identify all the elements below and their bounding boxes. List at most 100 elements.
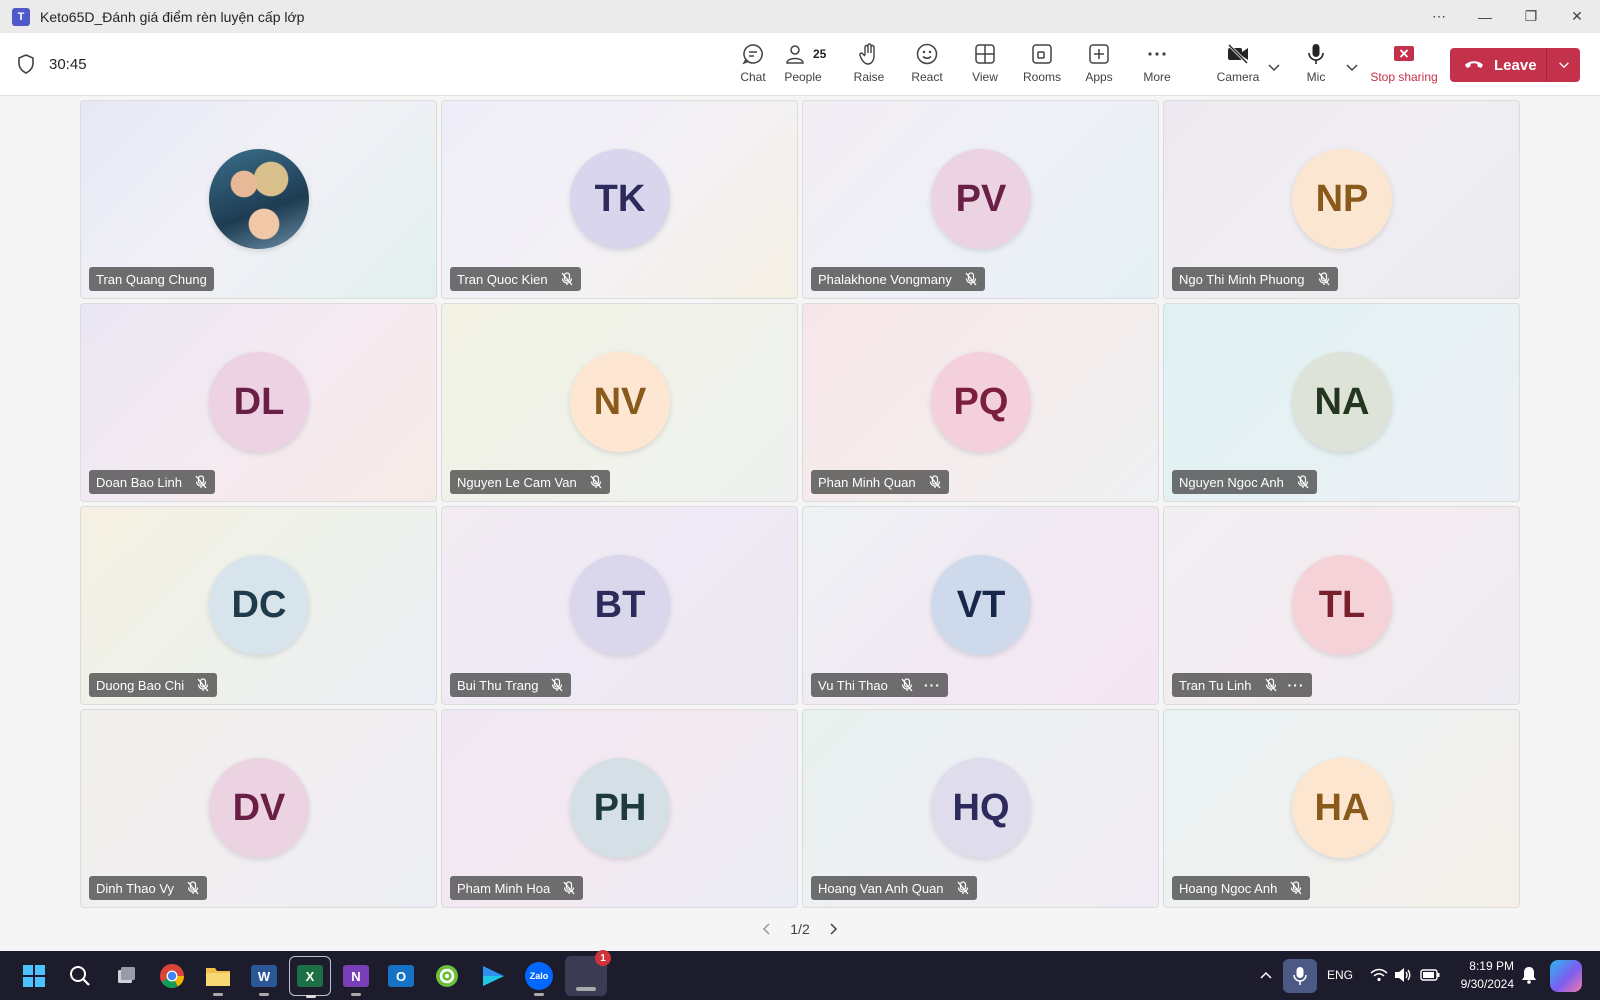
meeting-toolbar: 30:45 Chat 25 People Raise React View Ro… bbox=[0, 33, 1600, 96]
minimize-icon[interactable]: — bbox=[1462, 0, 1508, 33]
clock-time[interactable]: 8:19 PM bbox=[1454, 959, 1514, 973]
next-page-icon[interactable] bbox=[826, 922, 840, 936]
participant-avatar: VT bbox=[931, 555, 1031, 655]
participant-more-options-icon[interactable]: ··· bbox=[1288, 677, 1305, 693]
running-indicator bbox=[534, 993, 544, 996]
participant-tile[interactable]: PH Pham Minh Hoa bbox=[441, 709, 798, 908]
start-icon[interactable] bbox=[17, 959, 51, 993]
file-explorer-icon[interactable] bbox=[201, 959, 235, 996]
participant-tile[interactable]: TL Tran Tu Linh ··· bbox=[1163, 506, 1520, 705]
onenote-icon[interactable]: N bbox=[339, 959, 373, 996]
chat-label: Chat bbox=[740, 70, 766, 84]
participant-tile[interactable]: DV Dinh Thao Vy bbox=[80, 709, 437, 908]
stop-sharing-button[interactable]: Stop sharing bbox=[1370, 42, 1438, 90]
participant-name-badge: Vu Thi Thao ··· bbox=[811, 673, 948, 697]
volume-icon[interactable] bbox=[1394, 967, 1412, 983]
clock-date[interactable]: 9/30/2024 bbox=[1450, 977, 1514, 991]
microphone-tray-icon[interactable] bbox=[1283, 959, 1317, 993]
word-icon[interactable]: W bbox=[247, 959, 281, 996]
timer-text: 30:45 bbox=[49, 55, 87, 73]
participant-photo bbox=[209, 149, 309, 249]
participant-name-badge: Hoang Van Anh Quan bbox=[811, 876, 977, 900]
mic-muted-icon bbox=[197, 678, 209, 692]
rooms-button[interactable]: Rooms bbox=[1013, 42, 1071, 90]
teams-logo-icon: T bbox=[12, 7, 30, 26]
excel-icon[interactable]: X bbox=[289, 956, 331, 998]
participant-tile[interactable]: PQ Phan Minh Quan bbox=[802, 303, 1159, 502]
participant-tile[interactable]: TK Tran Quoc Kien bbox=[441, 100, 798, 299]
participant-more-options-icon[interactable]: ··· bbox=[924, 677, 941, 693]
participant-name: Tran Quoc Kien bbox=[457, 271, 548, 287]
onenote-glyph: N bbox=[343, 965, 369, 987]
raise-hand-button[interactable]: Raise bbox=[840, 42, 898, 90]
wifi-icon[interactable] bbox=[1370, 967, 1388, 983]
leave-options-button[interactable] bbox=[1547, 48, 1580, 82]
people-count: 25 bbox=[813, 47, 827, 61]
mic-muted-icon bbox=[1318, 272, 1330, 286]
participant-tile[interactable]: Tran Quang Chung bbox=[80, 100, 437, 299]
camera-button[interactable]: Camera bbox=[1208, 42, 1268, 90]
mic-muted-icon bbox=[1290, 881, 1302, 895]
chrome-icon[interactable] bbox=[155, 959, 189, 993]
participant-tile[interactable]: BT Bui Thu Trang bbox=[441, 506, 798, 705]
mic-options-chevron-icon[interactable] bbox=[1344, 59, 1360, 75]
search-icon[interactable] bbox=[63, 959, 97, 993]
pagination: 1/2 bbox=[760, 918, 840, 940]
participant-tile[interactable]: PV Phalakhone Vongmany bbox=[802, 100, 1159, 299]
participant-tile[interactable]: NV Nguyen Le Cam Van bbox=[441, 303, 798, 502]
participant-avatar: PV bbox=[931, 149, 1031, 249]
participant-tile[interactable]: HA Hoang Ngoc Anh bbox=[1163, 709, 1520, 908]
outlook-icon[interactable]: O bbox=[384, 959, 418, 993]
smile-icon bbox=[916, 43, 938, 65]
leave-button[interactable]: Leave bbox=[1450, 48, 1546, 82]
more-options-icon[interactable]: ⋯ bbox=[1416, 0, 1462, 33]
restore-icon[interactable]: ❐ bbox=[1508, 0, 1554, 33]
raise-label: Raise bbox=[853, 70, 885, 84]
notification-bell-icon[interactable] bbox=[1521, 966, 1537, 984]
stop-sharing-label: Stop sharing bbox=[1370, 70, 1438, 84]
apps-button[interactable]: Apps bbox=[1070, 42, 1128, 90]
participant-tile[interactable]: VT Vu Thi Thao ··· bbox=[802, 506, 1159, 705]
participant-grid: Tran Quang Chung TK Tran Quoc Kien PV Phalak… bbox=[80, 100, 1520, 910]
react-button[interactable]: React bbox=[898, 42, 956, 90]
participant-name-badge: Nguyen Le Cam Van bbox=[450, 470, 610, 494]
participant-tile[interactable]: NA Nguyen Ngoc Anh bbox=[1163, 303, 1520, 502]
battery-icon[interactable] bbox=[1420, 968, 1440, 982]
participant-avatar: DL bbox=[209, 352, 309, 452]
people-button[interactable]: 25 People bbox=[774, 42, 832, 90]
participant-tile[interactable]: HQ Hoang Van Anh Quan bbox=[802, 709, 1159, 908]
participant-tile[interactable]: DL Doan Bao Linh bbox=[80, 303, 437, 502]
task-view-icon[interactable] bbox=[109, 959, 143, 993]
participant-name: Duong Bao Chi bbox=[96, 677, 185, 693]
leave-label: Leave bbox=[1494, 56, 1537, 74]
people-label: People bbox=[784, 70, 822, 84]
show-hidden-icons-chevron-icon[interactable] bbox=[1259, 969, 1273, 983]
mic-muted-icon bbox=[929, 475, 941, 489]
outlook-glyph: O bbox=[388, 965, 414, 987]
mic-button[interactable]: Mic bbox=[1287, 42, 1345, 90]
participant-tile[interactable]: DC Duong Bao Chi bbox=[80, 506, 437, 705]
ellipsis-icon bbox=[1148, 52, 1166, 56]
participant-name-badge: Bui Thu Trang bbox=[450, 673, 572, 697]
language-indicator[interactable]: ENG bbox=[1327, 968, 1353, 982]
teams-taskbar-icon[interactable]: 1 bbox=[565, 950, 611, 996]
copilot-icon[interactable] bbox=[1550, 960, 1582, 992]
title-bar: T Keto65D_Đánh giá điểm rèn luyện cấp lớ… bbox=[0, 0, 1600, 33]
mic-muted-icon bbox=[187, 881, 199, 895]
more-button[interactable]: More bbox=[1128, 42, 1186, 90]
participant-avatar: PH bbox=[570, 758, 670, 858]
camera-options-chevron-icon[interactable] bbox=[1266, 59, 1282, 75]
chevron-down-icon bbox=[1558, 62, 1569, 69]
mic-muted-icon bbox=[551, 678, 563, 692]
participant-name-badge: Tran Tu Linh ··· bbox=[1172, 673, 1312, 697]
greenshot-icon[interactable] bbox=[430, 959, 464, 993]
participant-avatar: DV bbox=[209, 758, 309, 858]
view-button[interactable]: View bbox=[956, 42, 1014, 90]
zalo-icon[interactable]: Zalo bbox=[522, 959, 556, 996]
media-player-icon[interactable] bbox=[476, 959, 510, 993]
previous-page-icon[interactable] bbox=[760, 922, 774, 936]
participant-tile[interactable]: NP Ngo Thi Minh Phuong bbox=[1163, 100, 1520, 299]
close-icon[interactable]: ✕ bbox=[1554, 0, 1600, 33]
react-label: React bbox=[911, 70, 943, 84]
mic-muted-icon bbox=[1265, 678, 1277, 692]
